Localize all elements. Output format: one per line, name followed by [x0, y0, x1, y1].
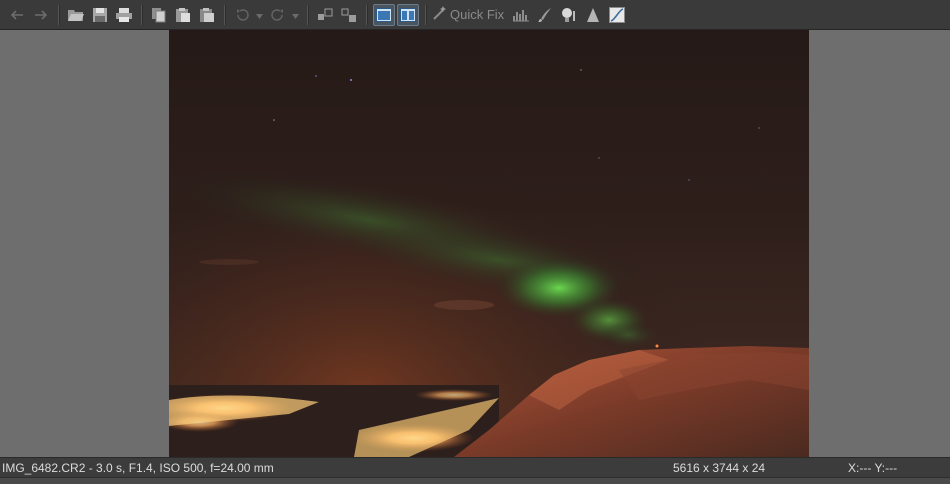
chevron-down-icon [255, 8, 263, 22]
paste-icon [175, 7, 191, 23]
quick-fix-button[interactable]: Quick Fix [432, 4, 504, 26]
undo-arrow-icon [9, 8, 25, 22]
toolbar-separator [307, 4, 308, 25]
cursor-coordinates-text: X:--- Y:--- [848, 461, 898, 475]
view-single-icon [376, 7, 392, 22]
save-icon [92, 7, 108, 23]
curves-icon [609, 6, 626, 23]
curves-button[interactable] [606, 4, 628, 26]
copy-icon [151, 7, 167, 23]
paste-special-icon [199, 7, 215, 23]
toolbar-separator [141, 4, 142, 25]
rotate-right-dropdown[interactable] [291, 4, 299, 26]
rotate-left-dropdown[interactable] [255, 4, 263, 26]
histogram-icon [513, 8, 530, 22]
main-toolbar: Quick Fix [0, 0, 950, 30]
image-dimensions-text: 5616 x 3744 x 24 [673, 461, 766, 475]
undo-button[interactable] [6, 4, 28, 26]
rotate-left-icon [234, 7, 250, 23]
toolbar-separator [366, 4, 367, 25]
histogram-button[interactable] [510, 4, 532, 26]
view-single-button[interactable] [373, 3, 395, 26]
photo-aurora-night[interactable] [169, 30, 809, 457]
view-compare-icon [400, 7, 416, 22]
quick-fix-icon [432, 5, 448, 24]
zoom-fit-button[interactable] [314, 4, 336, 26]
chevron-down-icon [291, 8, 299, 22]
rotate-left-button[interactable] [231, 4, 253, 26]
file-info-text: IMG_6482.CR2 - 3.0 s, F1.4, ISO 500, f=2… [2, 461, 274, 475]
zoom-fit-icon [317, 7, 333, 23]
open-folder-icon [67, 8, 85, 22]
light-bulb-button[interactable] [558, 4, 580, 26]
sharpen-button[interactable] [582, 4, 604, 26]
zoom-actual-button[interactable] [338, 4, 360, 26]
redo-arrow-icon [33, 8, 49, 22]
brush-icon [537, 7, 553, 23]
light-bulb-icon [561, 7, 577, 23]
print-icon [115, 7, 133, 23]
paste-special-button[interactable] [196, 4, 218, 26]
bottom-panel-strip [0, 477, 950, 484]
status-bar: IMG_6482.CR2 - 3.0 s, F1.4, ISO 500, f=2… [0, 457, 950, 477]
quick-fix-label: Quick Fix [450, 7, 505, 22]
image-canvas[interactable] [0, 30, 950, 457]
toolbar-separator [224, 4, 225, 25]
view-compare-button[interactable] [397, 3, 419, 26]
toolbar-separator [425, 4, 426, 25]
save-button[interactable] [89, 4, 111, 26]
rotate-right-button[interactable] [267, 4, 289, 26]
copy-button[interactable] [148, 4, 170, 26]
toolbar-separator [58, 4, 59, 25]
rotate-right-icon [270, 7, 286, 23]
paste-button[interactable] [172, 4, 194, 26]
open-button[interactable] [65, 4, 87, 26]
brush-button[interactable] [534, 4, 556, 26]
zoom-actual-icon [341, 7, 357, 23]
print-button[interactable] [113, 4, 135, 26]
redo-button[interactable] [30, 4, 52, 26]
sharpen-triangle-icon [586, 7, 600, 23]
